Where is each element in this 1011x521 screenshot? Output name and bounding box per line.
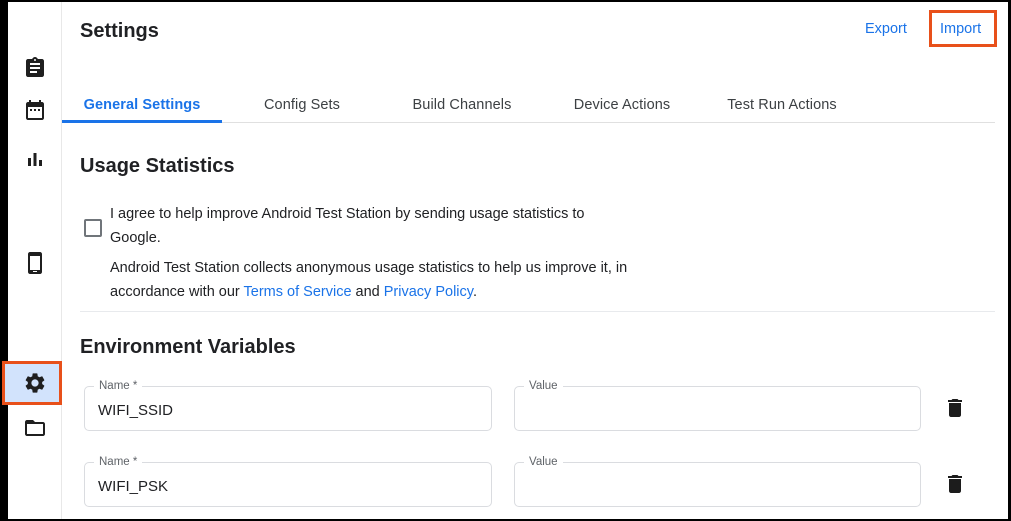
trash-icon [943, 396, 967, 420]
export-button[interactable]: Export [865, 21, 907, 37]
tab-label: Config Sets [264, 97, 340, 113]
folder-icon [23, 416, 47, 440]
delete-env-var-button[interactable] [942, 396, 968, 422]
usage-agree-label: I agree to help improve Android Test Sta… [110, 203, 585, 250]
env-var-value-input[interactable] [515, 387, 920, 430]
usage-statistics-heading: Usage Statistics [80, 155, 235, 178]
sidebar-item-test-plans[interactable] [11, 94, 59, 126]
usage-info-line1: Android Test Station collects anonymous … [110, 260, 627, 276]
tab-config-sets[interactable]: Config Sets [222, 87, 382, 122]
smartphone-icon [23, 251, 47, 275]
tab-label: Build Channels [413, 97, 512, 113]
env-var-name-input[interactable] [85, 463, 491, 506]
env-var-name-field: Name * [84, 386, 492, 431]
env-var-value-input[interactable] [515, 463, 920, 506]
sidebar-item-devices[interactable] [11, 247, 59, 279]
privacy-policy-link[interactable]: Privacy Policy [384, 284, 473, 300]
tab-bar: General Settings Config Sets Build Chann… [62, 87, 995, 123]
tab-test-run-actions[interactable]: Test Run Actions [702, 87, 862, 122]
usage-agree-line1: I agree to help improve Android Test Sta… [110, 206, 585, 222]
tab-build-channels[interactable]: Build Channels [382, 87, 542, 122]
calendar-icon [23, 98, 47, 122]
environment-variables-heading: Environment Variables [80, 336, 296, 359]
usage-info-line2-and: and [352, 284, 384, 300]
usage-info-line2-end: . [473, 284, 477, 300]
terms-of-service-link[interactable]: Terms of Service [244, 284, 352, 300]
sidebar-item-file-browser[interactable] [11, 412, 59, 444]
env-var-value-field: Value [514, 462, 921, 507]
tab-general-settings[interactable]: General Settings [62, 87, 222, 122]
env-var-name-field: Name * [84, 462, 492, 507]
gear-icon [23, 371, 47, 395]
tab-label: Test Run Actions [727, 97, 837, 113]
page-title: Settings [80, 18, 159, 44]
delete-env-var-button[interactable] [942, 472, 968, 498]
import-annotation-box [929, 10, 997, 47]
app-window: Settings Export Import General Settings … [0, 0, 1011, 521]
usage-info-text: Android Test Station collects anonymous … [110, 257, 627, 304]
usage-agree-line2: Google. [110, 230, 161, 246]
active-tab-indicator [62, 120, 222, 123]
tab-device-actions[interactable]: Device Actions [542, 87, 702, 122]
tab-label: Device Actions [574, 97, 671, 113]
tab-label: General Settings [84, 97, 201, 113]
usage-info-line2-prefix: accordance with our [110, 284, 244, 300]
trash-icon [943, 472, 967, 496]
env-var-name-input[interactable] [85, 387, 491, 430]
section-divider [80, 311, 995, 312]
usage-statistics-checkbox[interactable] [84, 219, 102, 237]
sidebar-item-settings[interactable] [11, 367, 59, 399]
bar-chart-icon [23, 148, 47, 172]
clipboard-icon [23, 56, 47, 80]
sidebar-item-test-results[interactable] [11, 144, 59, 176]
sidebar-item-tests[interactable] [11, 52, 59, 84]
env-var-value-field: Value [514, 386, 921, 431]
